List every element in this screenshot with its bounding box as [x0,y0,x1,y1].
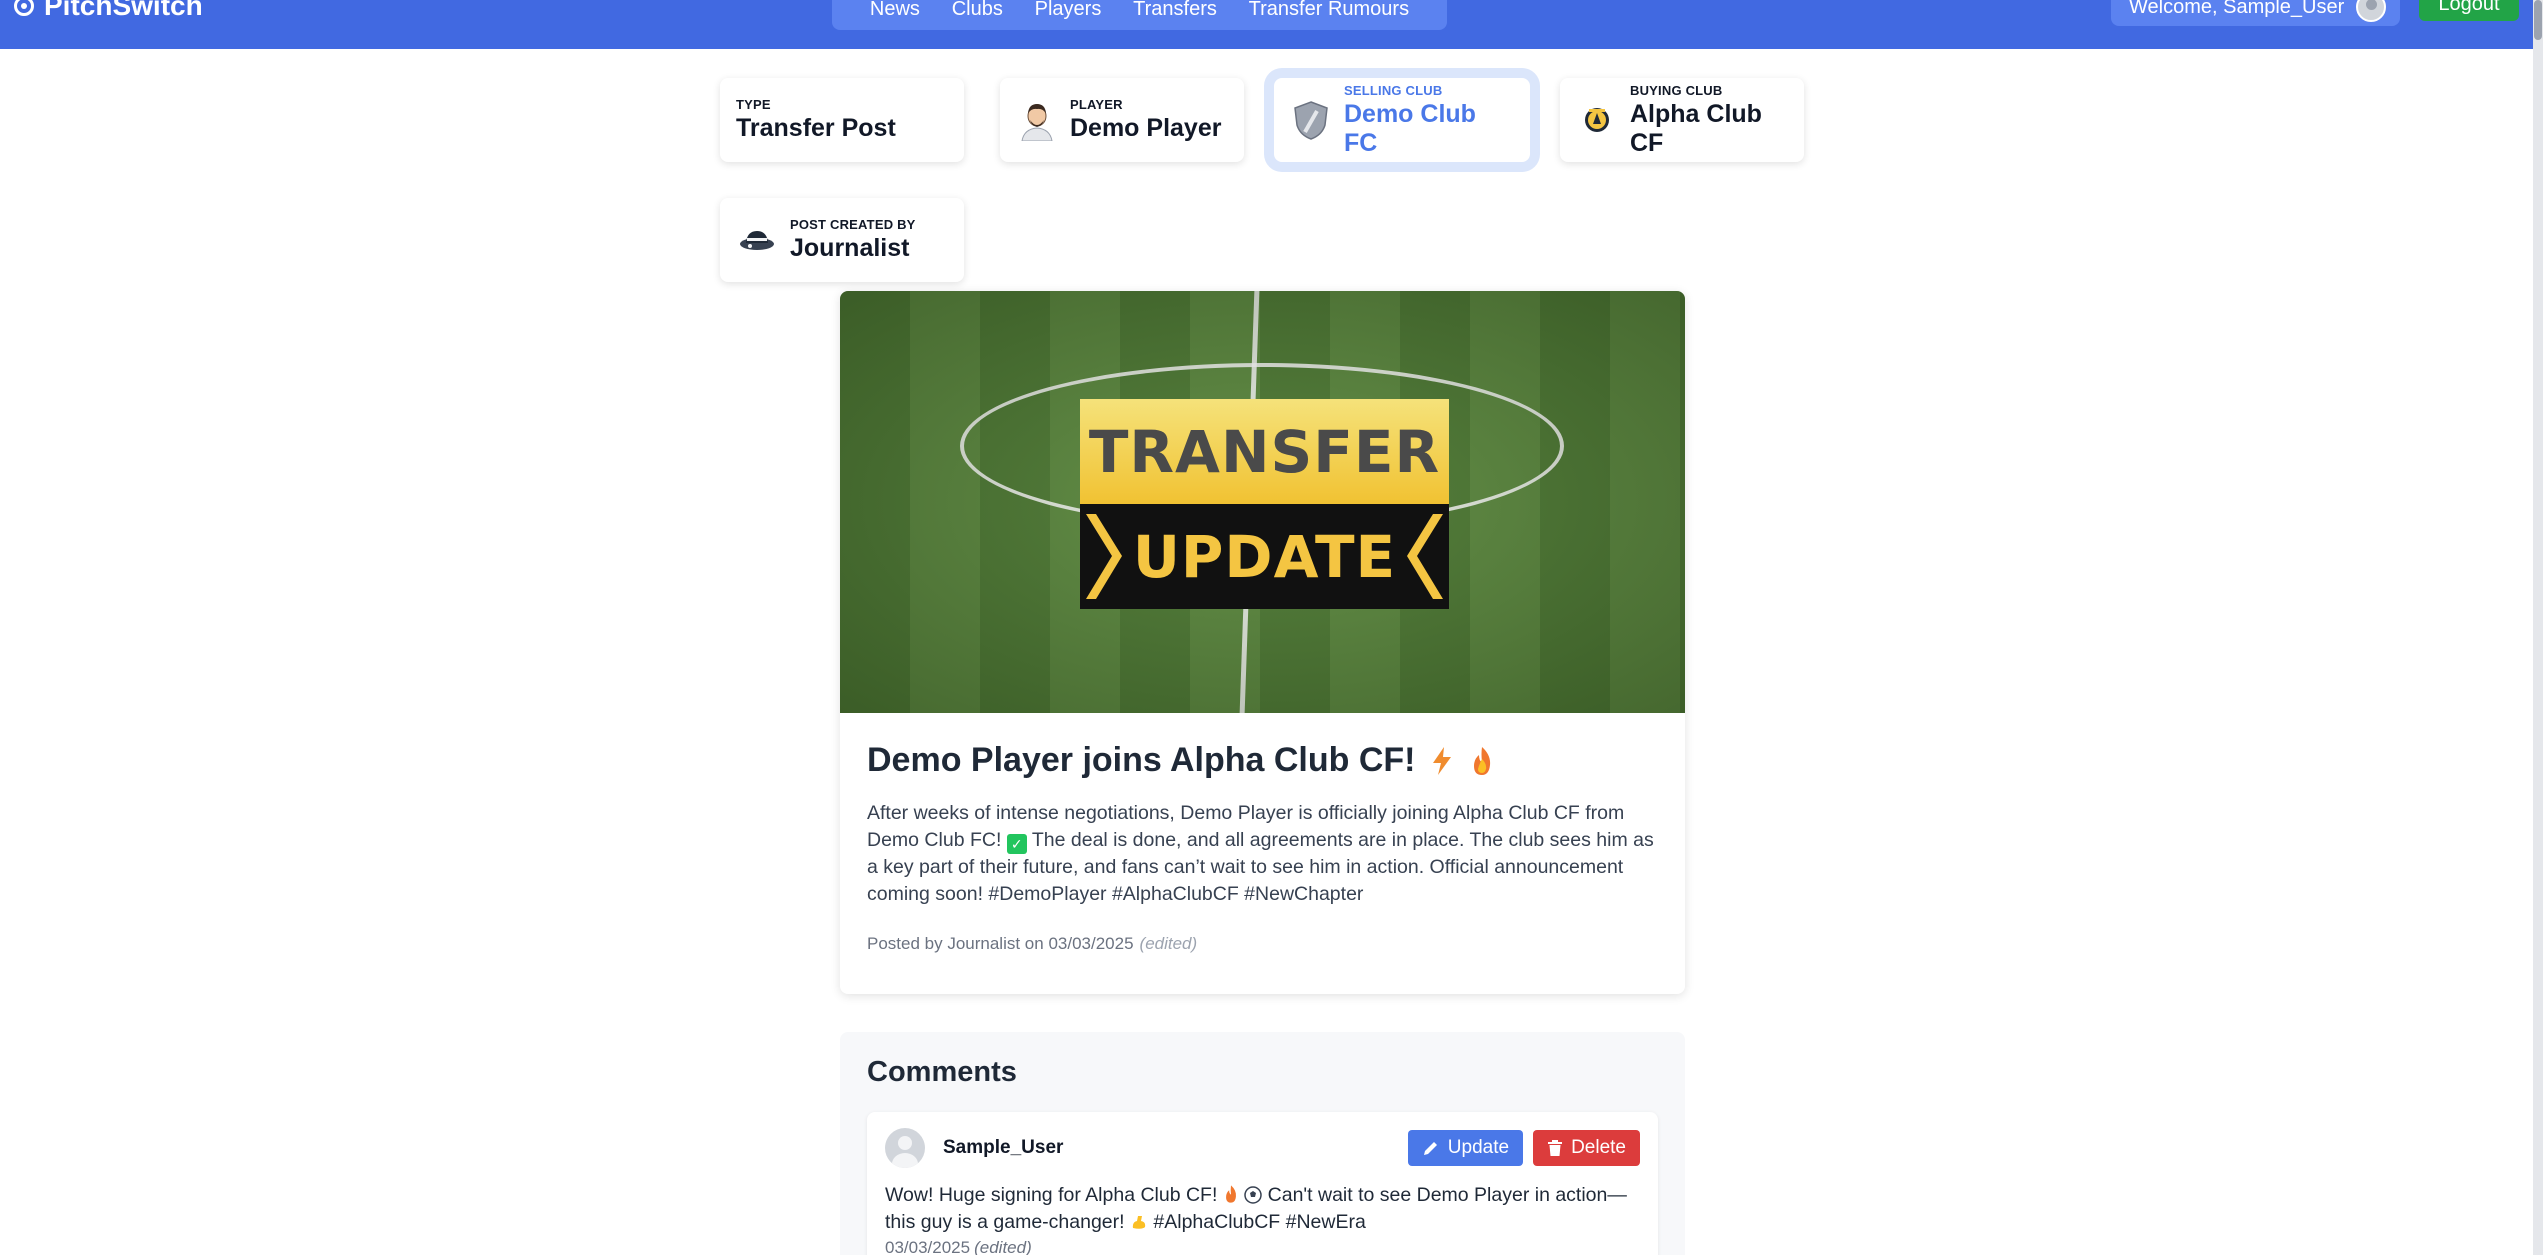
buying-club-card[interactable]: BUYING CLUB Alpha Club CF [1560,78,1804,162]
type-label: TYPE [736,97,771,112]
chevron-right-icon [1407,514,1443,599]
check-mark-icon: ✓ [1006,834,1027,854]
post-title-text: Demo Player joins Alpha Club CF! [867,741,1416,779]
comment-text-part-1: Wow! Huge signing for Alpha Club CF! [885,1184,1218,1206]
update-button-label: Update [1447,1137,1510,1158]
ball-icon [14,0,34,16]
top-navbar: PitchSwitch News Clubs Players Transfers… [0,0,2533,49]
scrollbar-thumb[interactable] [2534,0,2542,40]
chevron-left-icon [1086,514,1122,599]
soccer-ball-icon [1244,1186,1262,1204]
post-edited-flag: (edited) [1139,934,1198,953]
page-scrollbar[interactable] [2533,0,2543,1255]
user-menu[interactable]: Welcome, Sample_User [2111,0,2400,26]
comment-text-part-3: #AlphaClubCF #NewEra [1153,1211,1366,1233]
commenter-name: Sample_User [943,1137,1064,1158]
brand-name: PitchSwitch [44,0,203,21]
player-card[interactable]: PLAYER Demo Player [1000,78,1244,162]
fire-icon [1474,746,1491,775]
post-card: TRANSFER UPDATE Demo Player joins Alpha … [840,291,1685,994]
comment-meta: 03/03/2025 (edited) [885,1238,1640,1255]
banner-bottom: UPDATE [1080,504,1449,609]
nav-link-transfers[interactable]: Transfers [1133,0,1217,21]
club-crest-icon [1576,99,1618,141]
brand-logo[interactable]: PitchSwitch [14,0,203,22]
welcome-text: Welcome, Sample_User [2129,0,2345,18]
nav-link-news[interactable]: News [870,0,920,21]
creator-label: POST CREATED BY [790,217,916,232]
post-author-date: Posted by Journalist on 03/03/2025 [867,934,1134,953]
logout-button[interactable]: Logout [2419,0,2519,21]
creator-value: Journalist [790,234,910,262]
flexed-biceps-icon [1132,1216,1146,1229]
comments-section: Comments Sample_User Update Delete Wow! … [840,1032,1685,1255]
pencil-icon [1423,1142,1437,1155]
delete-comment-button[interactable]: Delete [1533,1130,1640,1166]
type-card: TYPE Transfer Post [720,78,964,162]
buying-club-label: BUYING CLUB [1630,82,1723,98]
comments-heading: Comments [867,1056,1017,1088]
user-avatar-icon [2356,0,2386,22]
club-shield-icon [1290,99,1332,141]
post-meta: Posted by Journalist on 03/03/2025 (edite… [867,934,1658,954]
comment-text: Wow! Huge signing for Alpha Club CF! Can… [885,1182,1640,1236]
commenter-avatar-icon [885,1128,925,1168]
lightning-icon [1433,746,1452,775]
type-value: Transfer Post [736,114,896,142]
creator-card[interactable]: POST CREATED BY Journalist [720,198,964,282]
buying-club-value: Alpha Club CF [1630,99,1762,157]
nav-link-transfer-rumours[interactable]: Transfer Rumours [1249,0,1409,21]
post-hero-image: TRANSFER UPDATE [840,291,1685,713]
post-body: After weeks of intense negotiations, Dem… [867,800,1658,908]
selling-club-card[interactable]: SELLING CLUB Demo Club FC [1274,78,1530,162]
trash-icon [1548,1140,1563,1156]
player-value: Demo Player [1070,114,1222,142]
banner-top-text: TRANSFER [1080,399,1449,504]
fire-icon [1225,1185,1236,1203]
selling-club-value: Demo Club FC [1344,99,1476,157]
player-avatar-icon [1016,99,1058,142]
nav-link-clubs[interactable]: Clubs [952,0,1003,21]
banner-bottom-text: UPDATE [1132,522,1397,591]
nav-link-players[interactable]: Players [1035,0,1102,21]
player-label: PLAYER [1070,97,1123,112]
comment-item: Sample_User Update Delete Wow! Huge sign… [867,1112,1658,1255]
comment-edited-flag: (edited) [974,1238,1032,1255]
delete-button-label: Delete [1571,1137,1626,1158]
post-title: Demo Player joins Alpha Club CF! [867,741,1658,780]
main-nav: News Clubs Players Transfers Transfer Ru… [832,0,1447,30]
transfer-update-banner: TRANSFER UPDATE [1080,399,1449,609]
journalist-hat-icon [736,219,778,261]
selling-club-label: SELLING CLUB [1344,82,1443,98]
comment-date: 03/03/2025 [885,1238,971,1255]
update-comment-button[interactable]: Update [1407,1130,1524,1166]
